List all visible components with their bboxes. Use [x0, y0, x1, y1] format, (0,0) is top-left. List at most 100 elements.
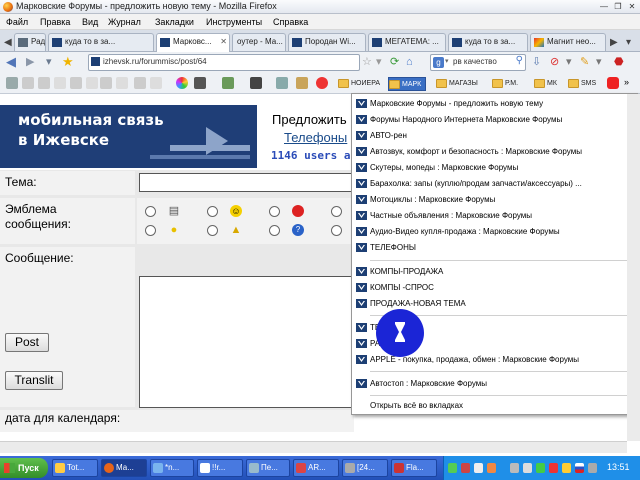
tab-3-active[interactable]: Марковс... ✕ — [156, 33, 230, 52]
minimize-button[interactable]: — — [598, 1, 610, 12]
menu-view[interactable]: Вид — [82, 17, 98, 27]
bookmark-folder-magazy[interactable]: МАГАЗЫ — [436, 77, 478, 91]
message-textarea[interactable] — [139, 276, 354, 408]
download-icon[interactable]: ⇩ — [532, 56, 541, 68]
dropdown-item[interactable]: Автозвук, комфорт и безопасность : Марко… — [352, 144, 637, 159]
tray-icon[interactable] — [588, 463, 597, 473]
youtube-icon[interactable] — [607, 77, 619, 89]
tab-1[interactable]: Рад... — [14, 33, 46, 51]
pencil-icon[interactable]: ✎ — [580, 56, 589, 68]
emblem-radio-5[interactable] — [145, 225, 156, 236]
tab-5[interactable]: Породан Wi... — [288, 33, 366, 51]
vertical-scrollbar[interactable] — [627, 94, 640, 441]
tray-icon[interactable] — [474, 463, 483, 473]
bookmark-star-icon[interactable]: ☆ — [362, 56, 372, 68]
back-icon[interactable]: ◀ — [6, 55, 16, 68]
table-icon[interactable] — [276, 77, 288, 89]
tab-2[interactable]: куда то в за... — [48, 33, 154, 51]
tab-close-icon[interactable]: ✕ — [220, 34, 227, 50]
dropdown-icon[interactable]: ▾ — [46, 56, 52, 68]
reload-icon[interactable]: ⟳ — [390, 56, 399, 68]
menu-history[interactable]: Журнал — [108, 17, 141, 27]
tab-scroll-left-icon[interactable]: ◀ — [4, 37, 12, 48]
color-picker-icon[interactable] — [176, 77, 188, 89]
more-bookmarks-icon[interactable]: » — [624, 77, 629, 87]
taskbar-item[interactable]: AR... — [293, 459, 339, 477]
post-button[interactable]: Post — [5, 333, 49, 352]
abp-icon[interactable]: ⬣ — [614, 56, 624, 68]
url-bar[interactable]: izhevsk.ru/forummisc/post/64 — [88, 54, 360, 71]
home-icon[interactable]: ⌂ — [406, 56, 413, 68]
tray-icon[interactable] — [461, 463, 470, 473]
bookmark-folder-noiera[interactable]: НОИЕРА — [338, 77, 380, 91]
tray-icon[interactable] — [510, 463, 519, 473]
emblem-radio-1[interactable] — [145, 206, 156, 217]
format-icon[interactable] — [116, 77, 128, 89]
volume-icon[interactable] — [523, 463, 532, 473]
tools-icon[interactable] — [194, 77, 206, 89]
dropdown-item[interactable]: Автостоп : Марковские Форумы — [352, 376, 637, 391]
dropdown-item[interactable]: Частные объявления : Марковские Форумы — [352, 208, 637, 223]
dropdown-item[interactable]: КОМПЫ-ПРОДАЖА — [352, 264, 637, 279]
emblem-radio-7[interactable] — [269, 225, 280, 236]
dropdown-item[interactable]: Марковские Форумы - предложить новую тем… — [352, 96, 637, 111]
tab-list-icon[interactable]: ▾ — [626, 37, 631, 48]
start-button[interactable]: Пуск — [0, 458, 48, 478]
close-button[interactable]: ✕ — [626, 1, 638, 12]
dropdown-item[interactable]: Аудио-Видео купля-продажа : Марковские Ф… — [352, 224, 637, 239]
emblem-radio-2[interactable] — [207, 206, 218, 217]
site-banner[interactable]: мобильная связь в Ижевске — [0, 105, 257, 168]
taskbar-item[interactable]: Fla... — [391, 459, 437, 477]
taskbar-item[interactable]: !!r... — [197, 459, 243, 477]
search-icon[interactable]: ⚲ — [516, 55, 523, 66]
taskbar-item[interactable]: Tot... — [52, 459, 98, 477]
emblem-radio-8[interactable] — [331, 225, 342, 236]
taskbar-item[interactable]: *n... — [150, 459, 194, 477]
horizontal-scrollbar[interactable] — [0, 441, 627, 453]
taskbar-item[interactable]: [24... — [342, 459, 388, 477]
menu-help[interactable]: Справка — [273, 17, 308, 27]
block-icon[interactable]: ⊘ — [550, 56, 559, 68]
dropdown-item[interactable]: Скутеры, мопеды : Марковские Форумы — [352, 160, 637, 175]
star-icon[interactable]: ★ — [62, 55, 74, 68]
tab-4[interactable]: оутер - Ма... — [232, 33, 286, 51]
google-icon[interactable]: g — [433, 57, 444, 68]
dropdown-item[interactable]: АВТО-рен — [352, 128, 637, 143]
translit-button[interactable]: Translit — [5, 371, 63, 390]
bookmark-folder-mk[interactable]: МК — [534, 77, 557, 91]
strike-icon[interactable] — [38, 77, 50, 89]
bold-icon[interactable] — [22, 77, 34, 89]
search-engine-dropdown-icon[interactable]: ▾ — [445, 57, 449, 65]
menu-dropdown-icon[interactable]: ▾ — [566, 56, 572, 68]
taskbar-item-active[interactable]: Ма... — [101, 459, 147, 477]
bookmark-folder-mark[interactable]: МАРК — [388, 77, 427, 91]
language-flag-icon[interactable] — [575, 463, 584, 473]
dropdown-item[interactable]: ТЕЛЕФОНЫ — [352, 240, 637, 255]
search-bar[interactable]: g ▾ рв качество ⚲ — [430, 54, 526, 71]
taskbar-item[interactable]: Пе... — [246, 459, 290, 477]
record-icon[interactable] — [316, 77, 328, 89]
menu-tools[interactable]: Инструменты — [206, 17, 262, 27]
tab-7[interactable]: куда то в за... — [448, 33, 528, 51]
media-icon[interactable] — [250, 77, 262, 89]
copy-icon[interactable] — [134, 77, 146, 89]
tab-8[interactable]: Магнит нео... — [530, 33, 606, 51]
addon-dropdown-icon[interactable]: ▾ — [596, 56, 602, 68]
emblem-radio-4[interactable] — [331, 206, 342, 217]
list-icon[interactable] — [100, 77, 112, 89]
menu-bookmarks[interactable]: Закладки — [155, 17, 194, 27]
dropdown-item[interactable]: Барахолка: запы (куплю/продам запчасти/а… — [352, 176, 637, 191]
tray-icon[interactable] — [536, 463, 545, 473]
bookmark-folder-rm[interactable]: Р.М. — [492, 77, 518, 91]
tray-icon[interactable] — [487, 463, 496, 473]
emblem-radio-3[interactable] — [269, 206, 280, 217]
image-icon[interactable] — [222, 77, 234, 89]
paste-icon[interactable] — [86, 77, 98, 89]
url-dropdown-icon[interactable]: ▾ — [376, 56, 382, 68]
topic-input[interactable] — [139, 173, 354, 192]
bookmark-folder-sms[interactable]: SMS — [568, 77, 596, 91]
tab-scroll-right-icon[interactable]: ▶ — [610, 37, 618, 48]
tray-icon[interactable] — [549, 463, 558, 473]
tab-6[interactable]: МЕГАТЕМА: ... — [368, 33, 446, 51]
align-icon[interactable] — [150, 77, 162, 89]
